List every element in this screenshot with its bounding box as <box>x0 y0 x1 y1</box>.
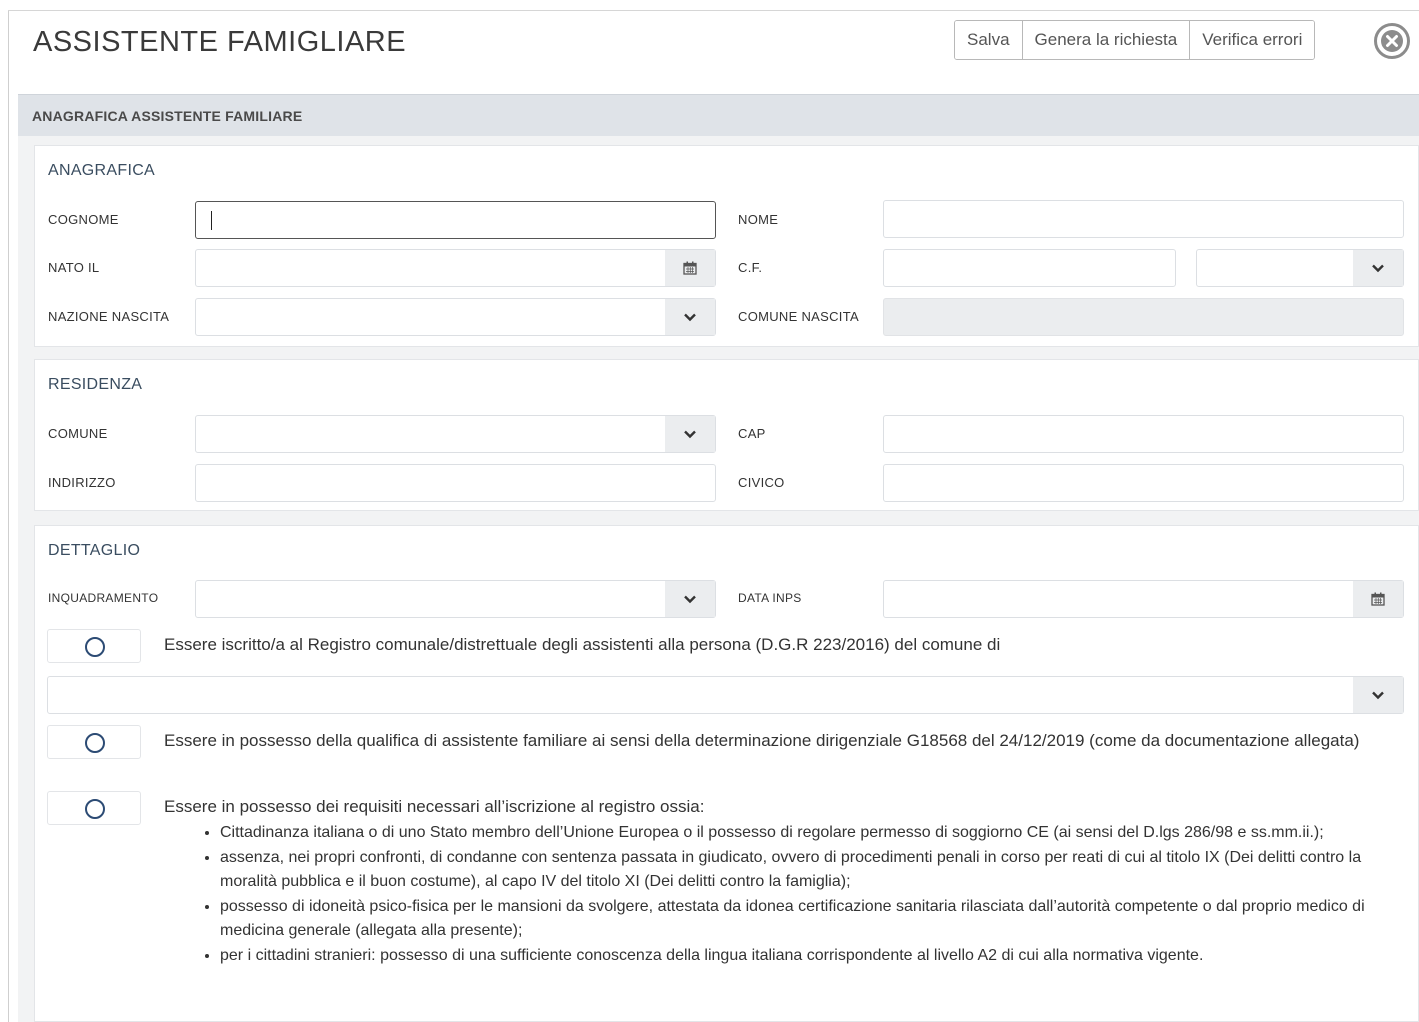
chevron-down-icon <box>665 581 715 617</box>
chevron-down-icon <box>1353 250 1403 286</box>
data-inps-date-field[interactable] <box>883 580 1404 618</box>
list-item: possesso di idoneità psico-fisica per le… <box>220 895 1389 944</box>
chevron-down-icon <box>1353 677 1403 713</box>
close-circle-icon[interactable] <box>1373 22 1411 60</box>
comune-nascita-field <box>883 298 1404 336</box>
cognome-field[interactable] <box>195 201 716 239</box>
civico-label: CIVICO <box>738 475 785 490</box>
req1-toggle[interactable] <box>47 629 141 663</box>
data-inps-label: DATA INPS <box>738 591 802 605</box>
civico-field[interactable] <box>883 464 1404 502</box>
indirizzo-field[interactable] <box>195 464 716 502</box>
req3-text: Essere in possesso dei requisiti necessa… <box>164 797 705 816</box>
cf-field[interactable] <box>883 249 1176 287</box>
generate-request-button[interactable]: Genera la richiesta <box>1022 21 1191 59</box>
nome-label: NOME <box>738 212 779 227</box>
req3-list: Cittadinanza italiana o di uno Stato mem… <box>164 821 1389 968</box>
nazione-nascita-label: NAZIONE NASCITA <box>48 309 170 324</box>
section-title: ANAGRAFICA ASSISTENTE FAMILIARE <box>32 108 303 124</box>
req1-text: Essere iscritto/a al Registro comunale/d… <box>164 635 1001 654</box>
nato-il-date-field[interactable] <box>195 249 716 287</box>
toolbar-button-group: Salva Genera la richiesta Verifica error… <box>954 20 1316 60</box>
list-item: assenza, nei propri confronti, di condan… <box>220 846 1389 895</box>
indirizzo-label: INDIRIZZO <box>48 475 116 490</box>
frame-left-border <box>8 10 9 1022</box>
cf-select[interactable] <box>1196 249 1404 287</box>
save-button[interactable]: Salva <box>955 21 1023 59</box>
text-caret <box>211 211 212 230</box>
dettaglio-title: DETTAGLIO <box>48 542 141 559</box>
radio-circle-icon <box>85 637 105 657</box>
nome-field[interactable] <box>883 200 1404 238</box>
section-header-bar: ANAGRAFICA ASSISTENTE FAMILIARE <box>18 94 1419 137</box>
residenza-title: RESIDENZA <box>48 376 143 393</box>
list-item: per i cittadini stranieri: possesso di u… <box>220 944 1389 969</box>
radio-circle-icon <box>85 799 105 819</box>
calendar-icon[interactable] <box>665 250 715 286</box>
calendar-icon[interactable] <box>1353 581 1403 617</box>
req3-toggle[interactable] <box>47 791 141 825</box>
inquadramento-label: INQUADRAMENTO <box>48 591 159 605</box>
radio-circle-icon <box>85 733 105 753</box>
page-title: ASSISTENTE FAMIGLIARE <box>33 26 407 58</box>
chevron-down-icon <box>665 416 715 452</box>
req1-comune-select[interactable] <box>47 676 1404 714</box>
inquadramento-select[interactable] <box>195 580 716 618</box>
req2-text: Essere in possesso della qualifica di as… <box>164 731 1360 750</box>
cognome-label: COGNOME <box>48 212 119 227</box>
cap-field[interactable] <box>883 415 1404 453</box>
cap-label: CAP <box>738 426 766 441</box>
list-item: Cittadinanza italiana o di uno Stato mem… <box>220 821 1389 846</box>
comune-nascita-label: COMUNE NASCITA <box>738 309 859 324</box>
frame-top-border <box>8 10 1419 11</box>
req2-toggle[interactable] <box>47 725 141 759</box>
comune-label: COMUNE <box>48 426 108 441</box>
chevron-down-icon <box>665 299 715 335</box>
verify-errors-button[interactable]: Verifica errori <box>1190 21 1315 59</box>
nazione-nascita-select[interactable] <box>195 298 716 336</box>
nato-il-label: NATO IL <box>48 260 100 275</box>
comune-select[interactable] <box>195 415 716 453</box>
anagrafica-title: ANAGRAFICA <box>48 162 156 179</box>
cf-label: C.F. <box>738 260 763 275</box>
